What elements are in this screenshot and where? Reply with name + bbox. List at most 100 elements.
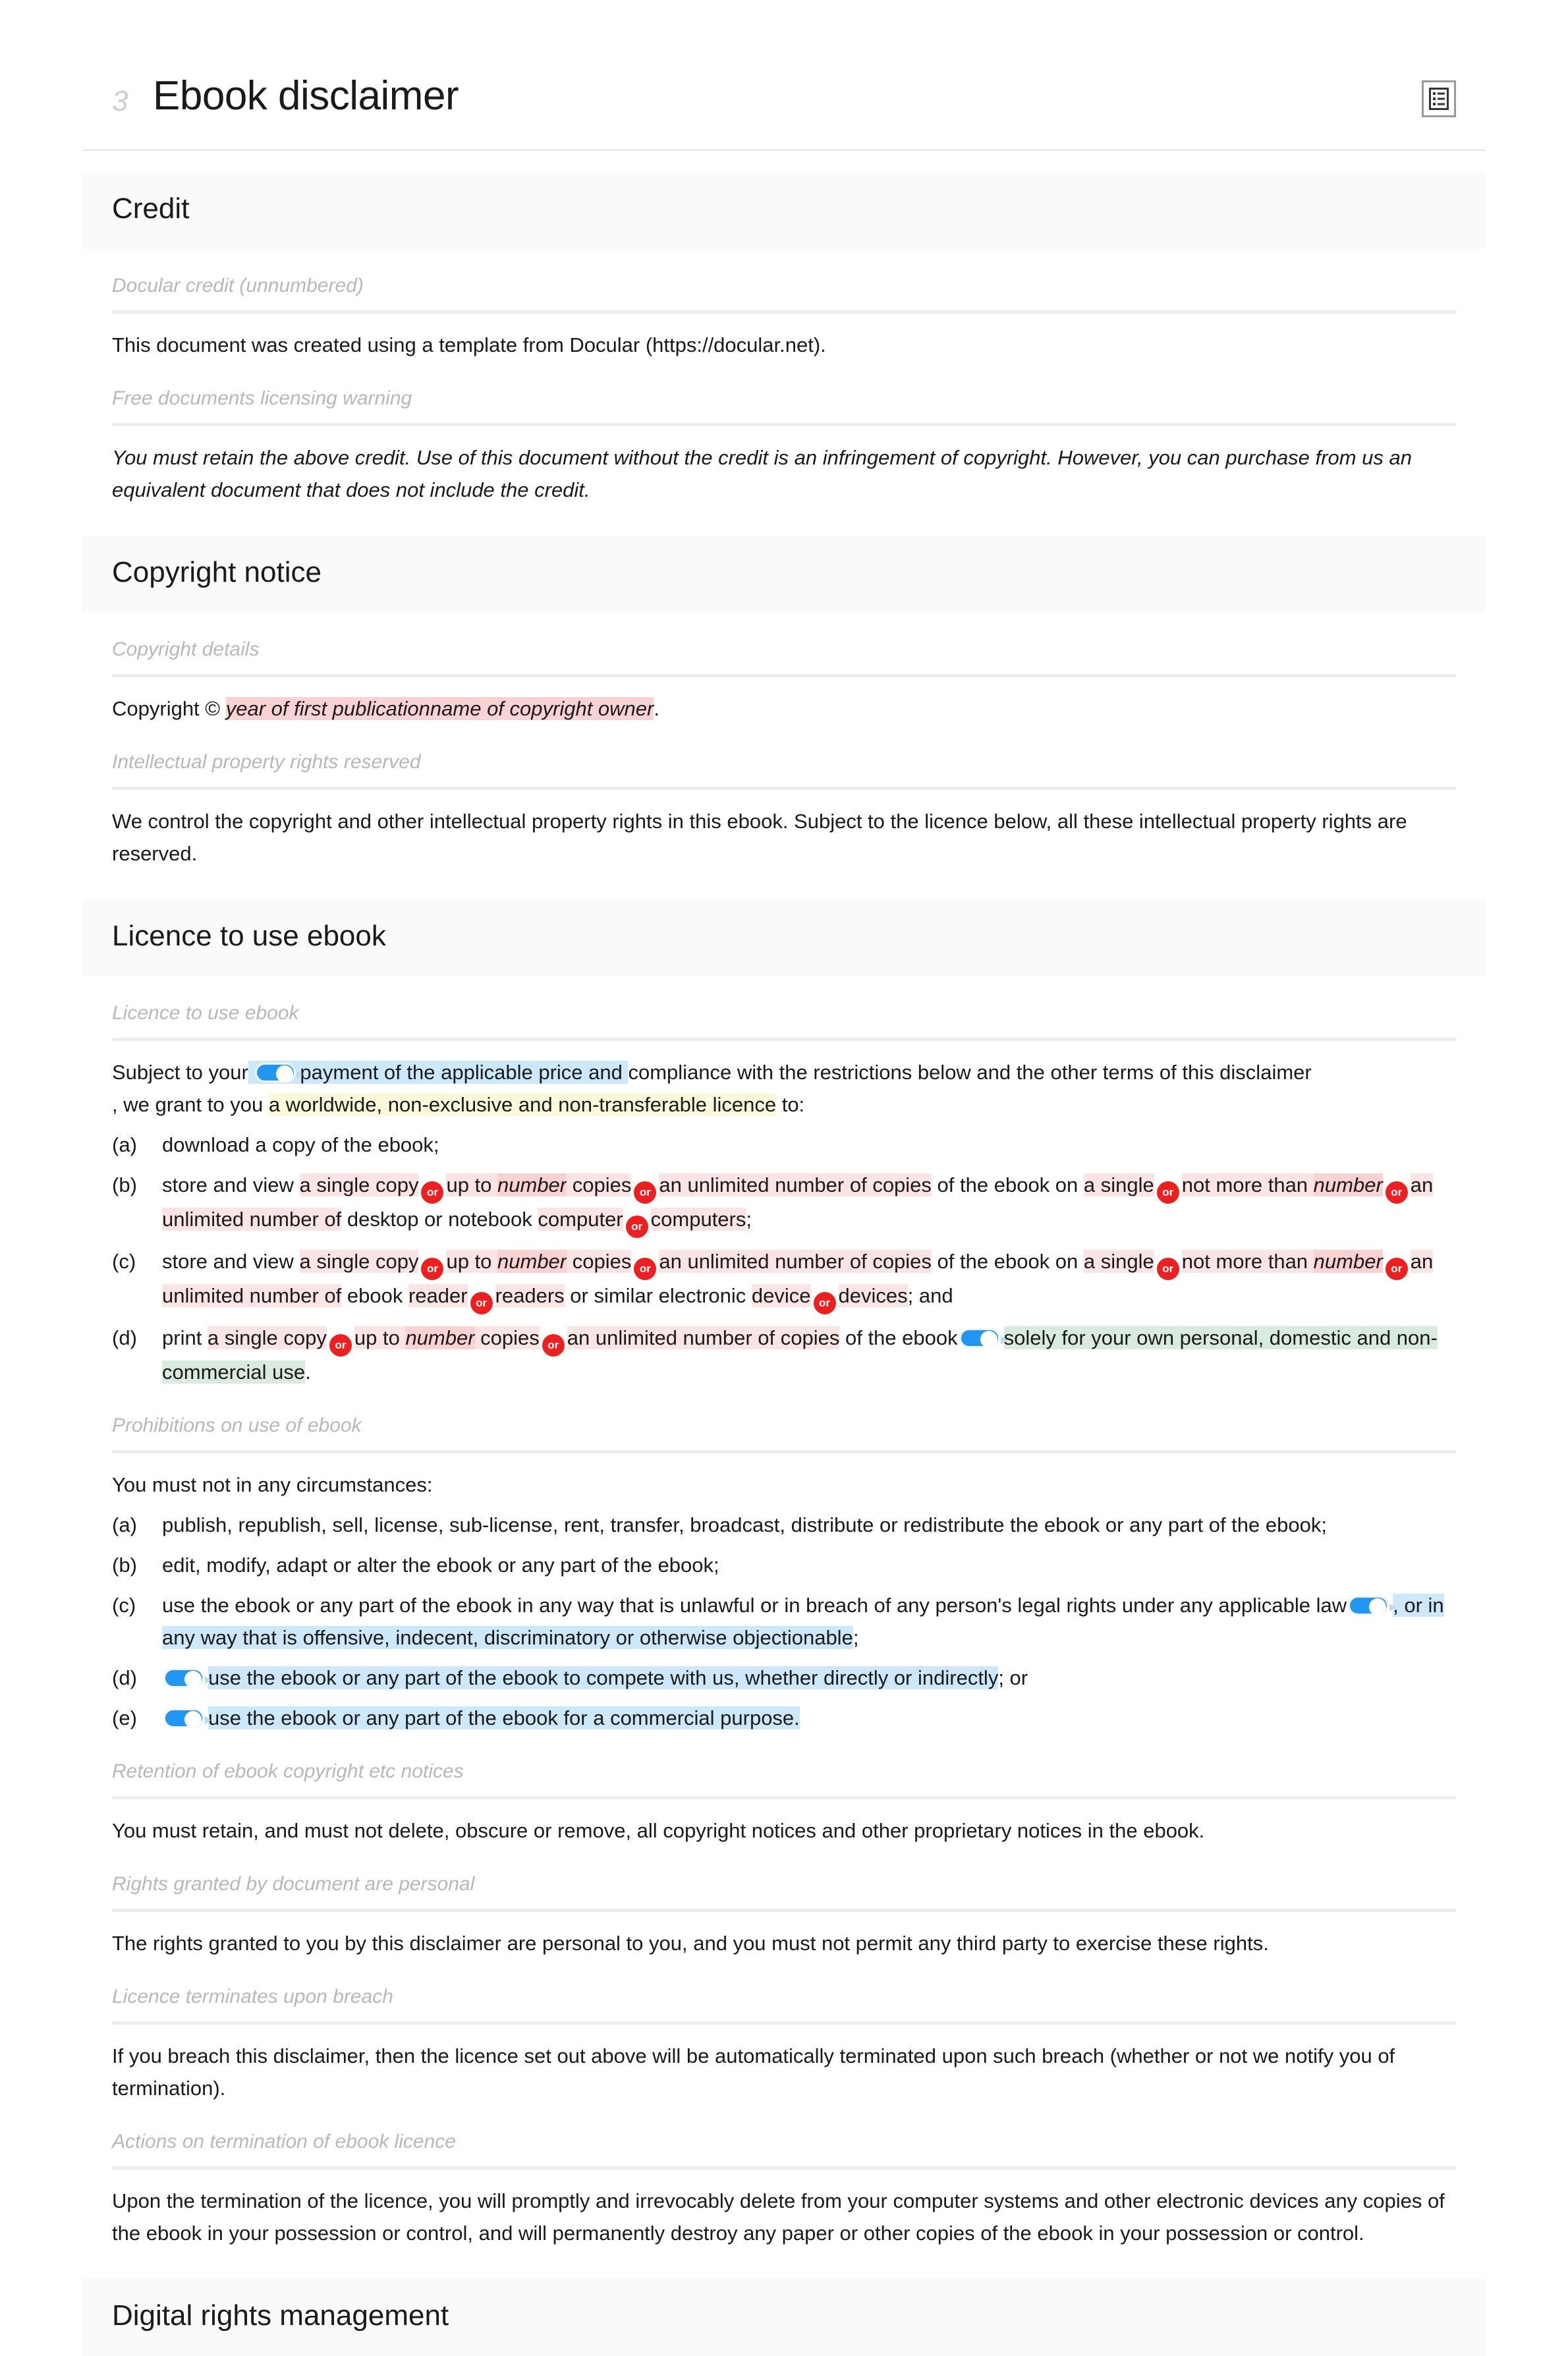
or-badge[interactable]: or — [634, 1258, 657, 1281]
header-toolbar — [1422, 72, 1456, 117]
optional-licence-scope[interactable]: a worldwide, non-exclusive and non-trans… — [268, 1093, 777, 1117]
toggle-switch-on[interactable] — [163, 1708, 211, 1728]
variable-number[interactable]: number — [497, 1250, 567, 1274]
list-item: (d) print a single copy or up to number cop… — [112, 1322, 1456, 1389]
section-title: Copyright notice — [112, 556, 322, 589]
licence-grant-list: (a) download a copy of the ebook; (b) store… — [112, 1129, 1456, 1389]
static-text: ; — [853, 1625, 859, 1649]
optional-payment-clause[interactable]: payment of the applicable price and — [248, 1061, 629, 1084]
clause-divider — [112, 2021, 1456, 2025]
or-badge[interactable]: or — [470, 1292, 493, 1315]
optional-text[interactable]: an unlimited number of copies — [567, 1326, 840, 1350]
or-badge[interactable]: or — [1385, 1258, 1408, 1281]
or-badge[interactable]: or — [625, 1216, 648, 1239]
optional-text[interactable]: device — [751, 1284, 811, 1308]
or-badge[interactable]: or — [813, 1292, 836, 1315]
list-item: (d) use the ebook or any part of the eboo… — [112, 1662, 1456, 1695]
clause-rights-are-personal: Rights granted by document are personal … — [112, 1871, 1456, 1960]
clause-label: Retention of ebook copyright etc notices — [112, 1760, 464, 1782]
toggle-switch-on[interactable] — [163, 1668, 211, 1688]
or-badge[interactable]: or — [634, 1181, 657, 1204]
clause-label: Licence terminates upon breach — [112, 1985, 393, 2007]
clause-divider — [112, 1449, 1456, 1453]
toggle-switch-on[interactable] — [1348, 1595, 1396, 1615]
clause-label: Prohibitions on use of ebook — [112, 1414, 362, 1436]
or-badge[interactable]: or — [329, 1334, 352, 1357]
prohibitions-list: (a) publish, republish, sell, license, su… — [112, 1509, 1456, 1735]
clause-text: If you breach this disclaimer, then the … — [112, 2044, 1395, 2100]
toggle-switch-on[interactable] — [255, 1063, 303, 1083]
clause-retention-of-notices: Retention of ebook copyright etc notices… — [112, 1758, 1456, 1847]
clause-divider — [112, 1038, 1456, 1042]
variable-number[interactable]: number — [1313, 1250, 1383, 1274]
variable-copyright-owner[interactable]: name of copyright owner — [430, 697, 654, 721]
or-badge[interactable]: or — [1156, 1181, 1179, 1204]
list-item: (e) use the ebook or any part of the eboo… — [112, 1702, 1456, 1735]
optional-text[interactable]: up to — [446, 1250, 498, 1274]
section-header-credit: Credit — [82, 172, 1486, 250]
or-badge[interactable]: or — [421, 1181, 444, 1204]
optional-text[interactable]: an unlimited number of copies — [659, 1250, 932, 1274]
clause-divider — [112, 1795, 1456, 1799]
list-document-icon[interactable] — [1422, 80, 1456, 117]
or-badge[interactable]: or — [1385, 1181, 1408, 1204]
optional-text[interactable]: not more than — [1181, 1250, 1314, 1274]
optional-text[interactable]: up to — [354, 1326, 406, 1350]
variable-year-of-first-publication[interactable]: year of first publication — [225, 697, 430, 721]
optional-text[interactable]: computer — [538, 1208, 623, 1231]
list-item: (b) edit, modify, adapt or alter the eboo… — [112, 1550, 1456, 1582]
section-header-digital-rights-management: Digital rights management — [82, 2278, 1486, 2356]
optional-text[interactable]: a single — [1083, 1173, 1154, 1197]
optional-text[interactable]: a single — [1083, 1250, 1154, 1274]
list-item: (a) download a copy of the ebook; — [112, 1129, 1456, 1162]
optional-text[interactable]: an unlimited number of copies — [659, 1173, 932, 1197]
variable-number[interactable]: number — [405, 1326, 475, 1350]
list-item: (b) store and view a single copy or up to n… — [112, 1169, 1456, 1239]
optional-text[interactable]: computers — [650, 1208, 746, 1231]
clause-divider — [112, 2166, 1456, 2170]
optional-clause-blue[interactable]: use the ebook or any part of the ebook f… — [208, 1706, 800, 1729]
clause-label: Actions on termination of ebook licence — [112, 2130, 456, 2152]
optional-text[interactable]: a single copy — [299, 1250, 419, 1274]
clause-ip-rights-reserved: Intellectual property rights reserved We… — [112, 749, 1456, 870]
optional-text[interactable]: copies — [474, 1326, 540, 1350]
or-badge[interactable]: or — [1156, 1258, 1179, 1281]
clause-label: Rights granted by document are personal — [112, 1872, 475, 1895]
variable-number[interactable]: number — [497, 1173, 567, 1197]
clause-docular-credit: Docular credit (unnumbered) This documen… — [112, 273, 1456, 362]
intro-part-1: Subject to your — [112, 1061, 248, 1084]
clause-prohibitions-on-use: Prohibitions on use of ebook You must no… — [112, 1413, 1456, 1735]
static-text: of the ebook on — [931, 1173, 1084, 1197]
clause-label: Copyright details — [112, 638, 260, 661]
document-content: Credit Docular credit (unnumbered) This … — [0, 172, 1568, 2356]
clause-divider — [112, 1908, 1456, 1912]
clause-text: We control the copyright and other intel… — [112, 810, 1407, 866]
clause-text: You must retain, and must not delete, ob… — [112, 1818, 1205, 1842]
or-badge[interactable]: or — [542, 1334, 565, 1357]
optional-text[interactable]: a single copy — [207, 1326, 327, 1350]
clause-licence-terminates-upon-breach: Licence terminates upon breach If you br… — [112, 1984, 1456, 2105]
section-header-licence-to-use-ebook: Licence to use ebook — [82, 899, 1486, 977]
optional-clause-blue[interactable]: use the ebook or any part of the ebook t… — [208, 1666, 999, 1689]
optional-text[interactable]: reader — [408, 1284, 468, 1308]
optional-text[interactable]: up to — [446, 1173, 498, 1197]
optional-text[interactable]: a single copy — [299, 1173, 419, 1197]
or-badge[interactable]: or — [421, 1258, 444, 1281]
static-text: ebook — [341, 1284, 408, 1308]
optional-text[interactable]: copies — [567, 1250, 632, 1274]
optional-text[interactable]: copies — [567, 1173, 632, 1197]
variable-number[interactable]: number — [1313, 1173, 1383, 1197]
page-number: 3 — [112, 85, 128, 117]
intro-part-3: , we grant to you — [112, 1093, 264, 1117]
section-header-copyright-notice: Copyright notice — [82, 536, 1486, 613]
document-header: 3 Ebook disclaimer — [0, 0, 1568, 119]
optional-text[interactable]: readers — [495, 1284, 565, 1308]
clause-actions-on-termination: Actions on termination of ebook licence … — [112, 2129, 1456, 2250]
optional-text[interactable]: not more than — [1181, 1173, 1314, 1197]
clause-text: The rights granted to you by this discla… — [112, 1931, 1269, 1955]
copyright-prefix: Copyright © — [112, 697, 226, 721]
toggle-switch-on[interactable] — [959, 1328, 1007, 1349]
static-text: of the ebook — [839, 1326, 958, 1350]
clause-divider — [112, 310, 1456, 314]
optional-text[interactable]: devices — [838, 1284, 908, 1308]
